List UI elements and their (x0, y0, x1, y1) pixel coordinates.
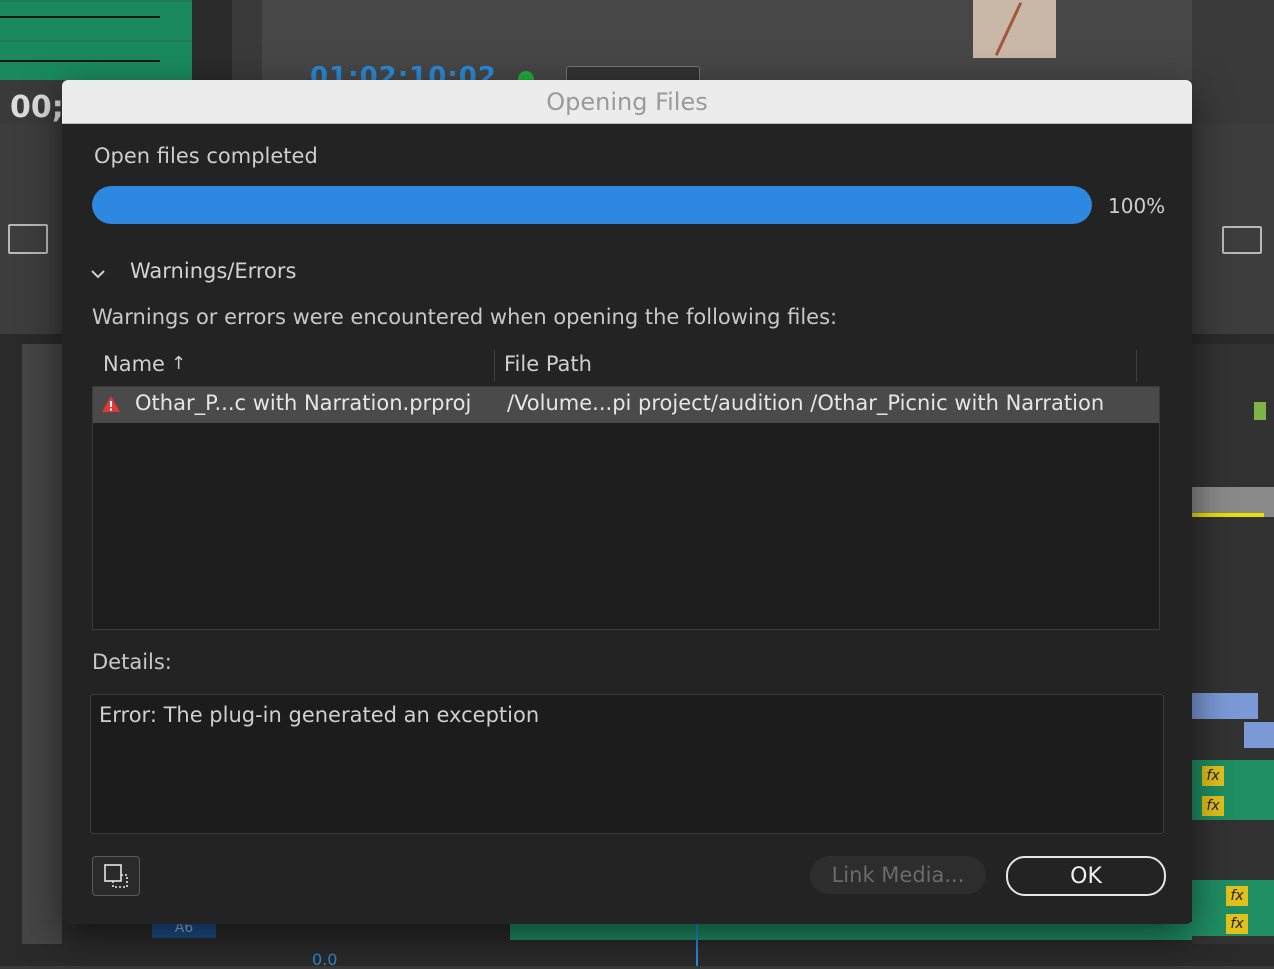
render-bar (1192, 513, 1264, 517)
progress-percent: 100% (1108, 194, 1166, 218)
column-header-name[interactable]: Name ↑ (103, 352, 186, 376)
column-divider[interactable] (494, 350, 495, 382)
ok-button[interactable]: OK (1006, 856, 1166, 896)
video-clip[interactable] (1244, 722, 1274, 748)
chevron-down-icon[interactable] (90, 266, 106, 282)
waveform (0, 60, 160, 62)
track-header-column (22, 344, 62, 944)
video-clip[interactable] (1192, 693, 1258, 719)
progress-bar (92, 186, 1092, 224)
fx-badge: fx (1226, 886, 1248, 906)
playhead[interactable] (696, 922, 698, 966)
column-divider[interactable] (1136, 350, 1137, 382)
audio-track-clips[interactable] (510, 922, 1192, 940)
warnings-section-title[interactable]: Warnings/Errors (130, 259, 296, 283)
link-media-button[interactable]: Link Media... (810, 856, 986, 894)
details-label: Details: (92, 650, 172, 674)
warnings-description: Warnings or errors were encountered when… (92, 305, 838, 329)
expand-corner-icon (104, 864, 128, 888)
audio-waveform-panel (0, 0, 192, 80)
dialog-title: Opening Files (546, 87, 708, 116)
lift-icon[interactable] (1222, 226, 1262, 254)
level-meter (192, 0, 232, 80)
warnings-table: Name ↑ File Path Othar_P...c with Narrati… (92, 344, 1160, 630)
fx-badge: fx (1226, 914, 1248, 934)
details-textarea[interactable]: Error: The plug-in generated an exceptio… (90, 694, 1164, 834)
clip-thumbnail (973, 0, 1056, 58)
waveform (0, 16, 160, 18)
table-row[interactable]: Othar_P...c with Narration.prproj /Volum… (93, 387, 1159, 423)
timeline-tracks (1192, 344, 1274, 944)
column-header-file-path[interactable]: File Path (504, 352, 592, 376)
opening-files-dialog: Opening Files Open files completed 100% … (62, 80, 1192, 924)
table-header: Name ↑ File Path (92, 344, 1160, 386)
file-path-cell: /Volume...pi project/audition /Othar_Pic… (507, 391, 1105, 415)
audio-clip[interactable]: fx fx (1192, 880, 1274, 936)
volume-readout: 0.0 (312, 950, 338, 969)
progress-fill (92, 186, 1092, 224)
expand-button[interactable] (92, 856, 140, 896)
audio-lane (0, 2, 192, 40)
status-text: Open files completed (94, 144, 318, 168)
file-name-cell: Othar_P...c with Narration.prproj (135, 391, 472, 415)
marker[interactable] (1254, 402, 1266, 420)
dialog-titlebar: Opening Files (62, 80, 1192, 124)
details-text: Error: The plug-in generated an exceptio… (99, 703, 540, 727)
column-header-label: Name (103, 352, 165, 376)
warning-triangle-icon (102, 396, 120, 412)
fx-badge: fx (1202, 766, 1224, 786)
audio-clip[interactable]: fx fx (1192, 760, 1274, 820)
table-body: Othar_P...c with Narration.prproj /Volum… (92, 386, 1160, 630)
fx-badge: fx (1202, 796, 1224, 816)
insert-icon[interactable] (8, 224, 48, 254)
arrow-up-icon: ↑ (170, 353, 187, 374)
